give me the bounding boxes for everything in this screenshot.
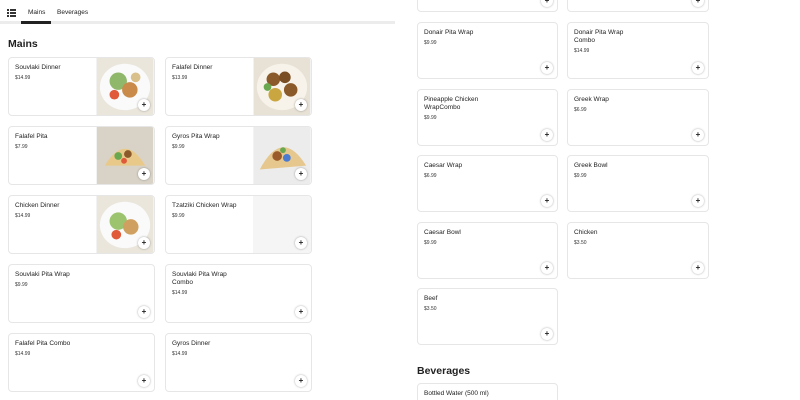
add-icon[interactable]: + <box>295 237 307 249</box>
item-name: Pineapple Chicken WrapCombo <box>424 96 479 111</box>
add-icon[interactable]: + <box>138 306 150 318</box>
menu-item-card[interactable]: Falafel Dinner $13.99 + <box>165 57 312 116</box>
item-name: Souvlaki Pita Wrap <box>15 271 70 278</box>
menu-item-card[interactable]: Caesar Wrap $6.99 + <box>417 155 558 212</box>
menu-item-card[interactable]: Pineapple Chicken WrapCombo $9.99 + <box>417 89 558 146</box>
item-price: $6.99 <box>574 107 587 113</box>
menu-item-card[interactable]: + <box>567 0 709 12</box>
item-name: Falafel Pita Combo <box>15 340 71 347</box>
add-icon[interactable]: + <box>541 129 553 141</box>
list-icon[interactable] <box>7 9 16 17</box>
tab-beverages[interactable]: Beverages <box>57 9 88 16</box>
menu-item-card[interactable]: Falafel Pita Combo $14.99 + <box>8 333 155 392</box>
add-icon[interactable]: + <box>541 0 553 7</box>
add-icon[interactable]: + <box>138 99 150 111</box>
menu-item-card[interactable]: Beef $3.50 + <box>417 288 558 345</box>
item-name: Caesar Bowl <box>424 229 461 236</box>
item-price: $14.99 <box>574 48 590 54</box>
add-icon[interactable]: + <box>692 62 704 74</box>
menu-item-card[interactable]: Bottled Water (500 ml) <box>417 383 558 400</box>
active-tab-indicator <box>21 21 51 24</box>
item-price: $3.50 <box>424 306 437 312</box>
menu-item-card[interactable]: Souvlaki Pita Wrap $9.99 + <box>8 264 155 323</box>
item-name: Souvlaki Pita Wrap Combo <box>172 271 227 286</box>
add-icon[interactable]: + <box>295 375 307 387</box>
item-name: Caesar Wrap <box>424 162 463 169</box>
item-name: Greek Bowl <box>574 162 608 169</box>
item-name: Gyros Pita Wrap <box>172 133 220 140</box>
add-icon[interactable]: + <box>295 306 307 318</box>
item-price: $14.99 <box>172 351 188 357</box>
menu-item-card[interactable]: + <box>417 0 558 12</box>
add-icon[interactable]: + <box>138 375 150 387</box>
item-price: $9.99 <box>172 213 185 219</box>
item-name: Greek Wrap <box>574 96 609 103</box>
item-price: $14.99 <box>15 75 31 81</box>
add-icon[interactable]: + <box>541 328 553 340</box>
item-name: Falafel Pita <box>15 133 48 140</box>
menu-item-card[interactable]: Chicken $3.50 + <box>567 222 709 279</box>
item-name: Tzatziki Chicken Wrap <box>172 202 237 209</box>
add-icon[interactable]: + <box>692 195 704 207</box>
add-icon[interactable]: + <box>692 0 704 7</box>
item-price: $7.99 <box>15 144 28 150</box>
section-title-mains: Mains <box>8 38 38 50</box>
add-icon[interactable]: + <box>541 195 553 207</box>
menu-item-card[interactable]: Greek Bowl $9.99 + <box>567 155 709 212</box>
menu-item-card[interactable]: Gyros Dinner $14.99 + <box>165 333 312 392</box>
add-icon[interactable]: + <box>541 262 553 274</box>
item-price: $14.99 <box>172 290 188 296</box>
item-name: Chicken <box>574 229 598 236</box>
item-name: Bottled Water (500 ml) <box>424 390 489 397</box>
menu-item-card[interactable]: Donair Pita Wrap Combo $14.99 + <box>567 22 709 79</box>
item-name: Donair Pita Wrap Combo <box>574 29 624 44</box>
add-icon[interactable]: + <box>541 62 553 74</box>
item-price: $6.99 <box>424 173 437 179</box>
item-price: $14.99 <box>15 351 31 357</box>
item-name: Beef <box>424 295 438 302</box>
add-icon[interactable]: + <box>295 168 307 180</box>
item-name: Souvlaki Dinner <box>15 64 61 71</box>
menu-item-card[interactable]: Souvlaki Pita Wrap Combo $14.99 + <box>165 264 312 323</box>
menu-item-card[interactable]: Caesar Bowl $9.99 + <box>417 222 558 279</box>
add-icon[interactable]: + <box>138 168 150 180</box>
item-price: $9.99 <box>424 115 437 121</box>
item-price: $14.99 <box>15 213 31 219</box>
category-nav: Mains Beverages <box>0 0 395 24</box>
add-icon[interactable]: + <box>692 129 704 141</box>
item-price: $9.99 <box>424 40 437 46</box>
item-price: $9.99 <box>15 282 28 288</box>
item-price: $9.99 <box>172 144 185 150</box>
menu-item-card[interactable]: Falafel Pita $7.99 + <box>8 126 155 185</box>
add-icon[interactable]: + <box>295 99 307 111</box>
item-name: Chicken Dinner <box>15 202 60 209</box>
item-price: $3.50 <box>574 240 587 246</box>
tab-mains[interactable]: Mains <box>28 9 45 16</box>
item-name: Donair Pita Wrap <box>424 29 474 36</box>
add-icon[interactable]: + <box>138 237 150 249</box>
item-name: Falafel Dinner <box>172 64 213 71</box>
menu-item-card[interactable]: Tzatziki Chicken Wrap $9.99 + <box>165 195 312 254</box>
menu-item-card[interactable]: Gyros Pita Wrap $9.99 + <box>165 126 312 185</box>
section-title-beverages: Beverages <box>417 365 471 377</box>
item-price: $13.99 <box>172 75 188 81</box>
add-icon[interactable]: + <box>692 262 704 274</box>
menu-item-card[interactable]: Greek Wrap $6.99 + <box>567 89 709 146</box>
item-price: $9.99 <box>424 240 437 246</box>
menu-item-card[interactable]: Donair Pita Wrap $9.99 + <box>417 22 558 79</box>
menu-item-card[interactable]: Souvlaki Dinner $14.99 + <box>8 57 155 116</box>
menu-item-card[interactable]: Chicken Dinner $14.99 + <box>8 195 155 254</box>
item-price: $9.99 <box>574 173 587 179</box>
item-name: Gyros Dinner <box>172 340 211 347</box>
